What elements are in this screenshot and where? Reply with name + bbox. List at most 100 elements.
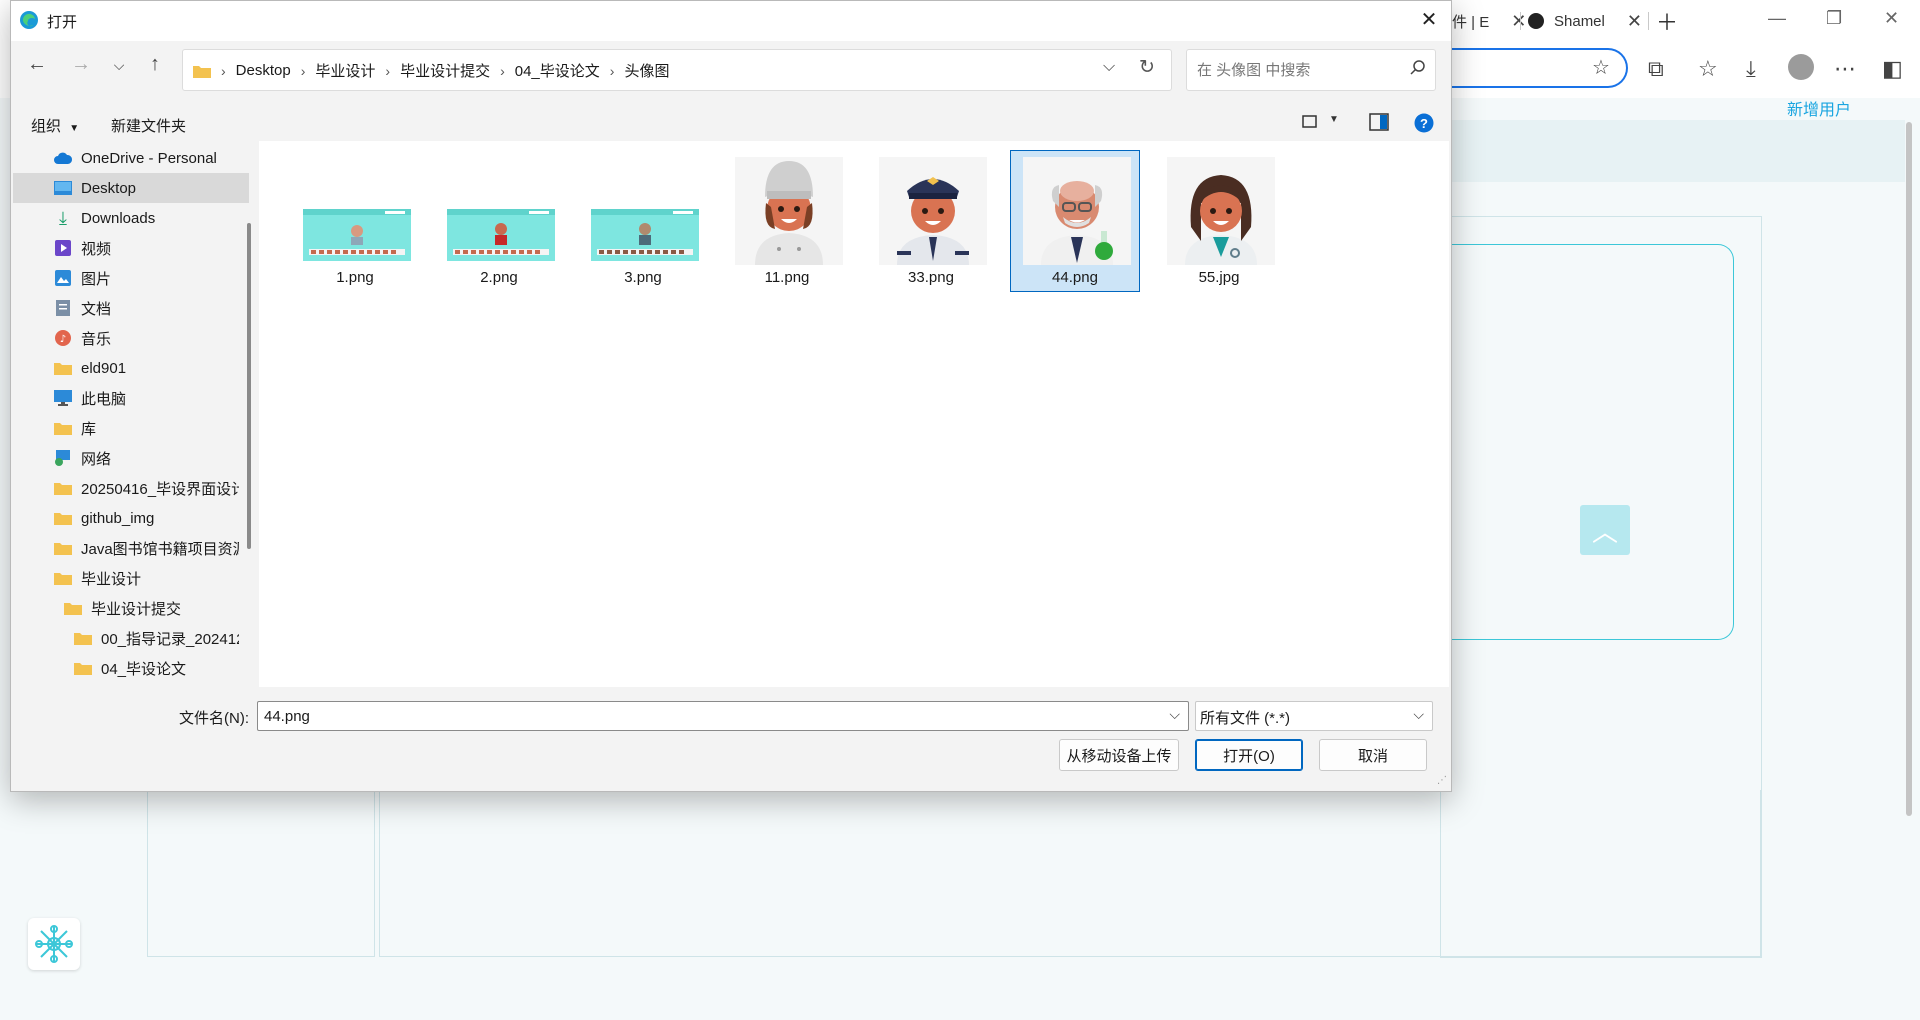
folder-icon: [193, 65, 211, 78]
nav-pane-scrollbar[interactable]: [247, 223, 251, 549]
filename-combobox[interactable]: ⌵: [257, 701, 1189, 731]
folder-icon: [63, 598, 83, 618]
file-item-selected[interactable]: 44.png: [1010, 150, 1140, 292]
change-view-icon[interactable]: [1301, 113, 1319, 136]
nav-item-folder[interactable]: 00_指导记录_20241215: [13, 623, 239, 653]
avatar-upload-area[interactable]: [1440, 244, 1734, 640]
dialog-title: 打开: [47, 14, 78, 31]
upload-from-mobile-button[interactable]: 从移动设备上传: [1059, 739, 1179, 771]
browser-tab[interactable]: Shamel ✕: [1528, 6, 1642, 36]
breadcrumb-separator-icon: ›: [609, 62, 615, 79]
download-icon: ⤓: [59, 207, 67, 228]
forward-arrow-icon[interactable]: →: [67, 53, 95, 76]
restore-icon[interactable]: ❐: [1826, 8, 1842, 29]
breadcrumb-desktop[interactable]: Desktop: [236, 62, 291, 79]
file-item[interactable]: 55.jpg: [1155, 151, 1283, 291]
nav-item-folder[interactable]: github_img: [13, 503, 239, 533]
open-button[interactable]: 打开(O): [1195, 739, 1303, 771]
file-name: 44.png: [1052, 269, 1098, 286]
nav-item-downloads[interactable]: ⤓ Downloads: [13, 203, 239, 233]
scroll-top-button[interactable]: ︿: [1580, 505, 1630, 555]
nav-item-pictures[interactable]: 图片: [13, 263, 239, 293]
new-tab-icon[interactable]: ＋: [1656, 5, 1678, 37]
filename-input[interactable]: [262, 705, 1146, 727]
network-icon: [53, 448, 73, 468]
file-item[interactable]: 11.png: [723, 151, 851, 291]
favorites-icon[interactable]: ☆: [1698, 56, 1718, 82]
window-close-icon[interactable]: ✕: [1884, 8, 1899, 29]
resize-grip-icon[interactable]: ⋰: [1437, 775, 1447, 786]
page-scrollbar[interactable]: [1906, 122, 1912, 816]
recent-locations-chevron-icon[interactable]: ⌵: [105, 57, 133, 74]
file-list: 1.png 2.png 3.png 11.png 33.png 44.png 5…: [259, 141, 1449, 687]
filetype-select[interactable]: 所有文件 (*.*) ⌵: [1195, 701, 1433, 731]
nav-item-music[interactable]: ♪ 音乐: [13, 323, 239, 353]
up-arrow-icon[interactable]: ↑: [141, 53, 169, 76]
nav-item-desktop[interactable]: Desktop: [13, 173, 249, 203]
nav-item-this-pc[interactable]: 此电脑: [13, 383, 239, 413]
new-folder-button[interactable]: 新建文件夹: [111, 115, 186, 136]
more-menu-icon[interactable]: ⋯: [1834, 56, 1856, 82]
breadcrumb-graduation-project[interactable]: 毕业设计: [315, 60, 375, 81]
breadcrumb-separator-icon: ›: [300, 62, 306, 79]
address-breadcrumb[interactable]: › Desktop › 毕业设计 › 毕业设计提交 › 04_毕设论文 › 头像…: [182, 49, 1172, 91]
breadcrumb-submission[interactable]: 毕业设计提交: [400, 60, 490, 81]
folder-icon: [73, 658, 93, 678]
file-item[interactable]: 2.png: [435, 151, 563, 291]
chevron-down-icon[interactable]: ⌵: [1169, 706, 1180, 723]
sidebar-toggle-icon[interactable]: ◧: [1882, 56, 1903, 82]
nav-item-folder[interactable]: Java图书馆书籍项目资源: [13, 533, 239, 563]
address-bar[interactable]: ☆: [1440, 48, 1628, 88]
search-icon[interactable]: [1409, 59, 1427, 77]
nav-item-folder[interactable]: 毕业设计: [13, 563, 239, 593]
cloud-icon: [53, 148, 73, 168]
nav-item-documents[interactable]: 文档: [13, 293, 239, 323]
file-item[interactable]: 1.png: [291, 151, 419, 291]
search-box[interactable]: [1186, 49, 1436, 91]
nav-item-label: 音乐: [81, 330, 112, 348]
nav-item-folder[interactable]: 20250416_毕设界面设计: [13, 473, 239, 503]
nav-item-onedrive[interactable]: OneDrive - Personal: [13, 143, 239, 173]
nav-item-folder[interactable]: 04_毕设论文: [13, 653, 239, 683]
search-input[interactable]: [1195, 58, 1399, 82]
browser-tab[interactable]: 件 | E ✕: [1452, 6, 1526, 36]
view-options-chevron-icon[interactable]: ▼: [1329, 114, 1339, 125]
nav-item-folder[interactable]: 毕业设计提交: [13, 593, 239, 623]
nav-item-eld901[interactable]: eld901: [13, 353, 239, 383]
nav-item-label: 视频: [81, 240, 112, 258]
minimize-icon[interactable]: —: [1768, 8, 1786, 29]
svg-text:♪: ♪: [60, 334, 66, 345]
breadcrumb-avatars[interactable]: 头像图: [624, 60, 669, 81]
downloads-icon[interactable]: ⤓: [1746, 56, 1756, 82]
close-tab-icon[interactable]: ✕: [1511, 11, 1526, 32]
nav-item-videos[interactable]: 视频: [13, 233, 239, 263]
help-icon[interactable]: ?: [1414, 113, 1434, 138]
nav-item-label: 毕业设计: [81, 570, 142, 588]
web-main-box: [379, 790, 1761, 957]
extensions-icon[interactable]: ⧉: [1648, 56, 1664, 82]
add-user-link[interactable]: 新增用户: [1787, 96, 1851, 120]
dialog-titlebar: 打开 ✕: [11, 1, 1451, 41]
nav-item-network[interactable]: 网络: [13, 443, 239, 473]
address-history-chevron-icon[interactable]: ⌵: [1103, 58, 1115, 76]
preview-pane-icon[interactable]: [1369, 113, 1389, 136]
nav-item-label: 文档: [81, 300, 112, 318]
refresh-icon[interactable]: ↻: [1139, 56, 1155, 79]
nav-item-label: Java图书馆书籍项目资源: [81, 540, 239, 558]
dialog-close-icon[interactable]: ✕: [1415, 6, 1443, 34]
image-thumbnail: [735, 157, 843, 265]
profile-avatar[interactable]: [1788, 54, 1814, 86]
file-item[interactable]: 33.png: [867, 151, 995, 291]
close-tab-icon[interactable]: ✕: [1627, 11, 1642, 32]
back-arrow-icon[interactable]: ←: [23, 53, 51, 76]
favorite-star-icon[interactable]: ☆: [1592, 55, 1610, 80]
chevron-down-icon: ▼: [69, 123, 80, 134]
file-item[interactable]: 3.png: [579, 151, 707, 291]
app-logo[interactable]: [28, 918, 80, 970]
breadcrumb-thesis[interactable]: 04_毕设论文: [515, 60, 600, 81]
cancel-button[interactable]: 取消: [1319, 739, 1427, 771]
breadcrumb-separator-icon: ›: [221, 62, 226, 79]
image-thumbnail: [1023, 157, 1131, 265]
organize-menu[interactable]: 组织 ▼: [31, 115, 79, 136]
nav-item-libraries[interactable]: 库: [13, 413, 239, 443]
